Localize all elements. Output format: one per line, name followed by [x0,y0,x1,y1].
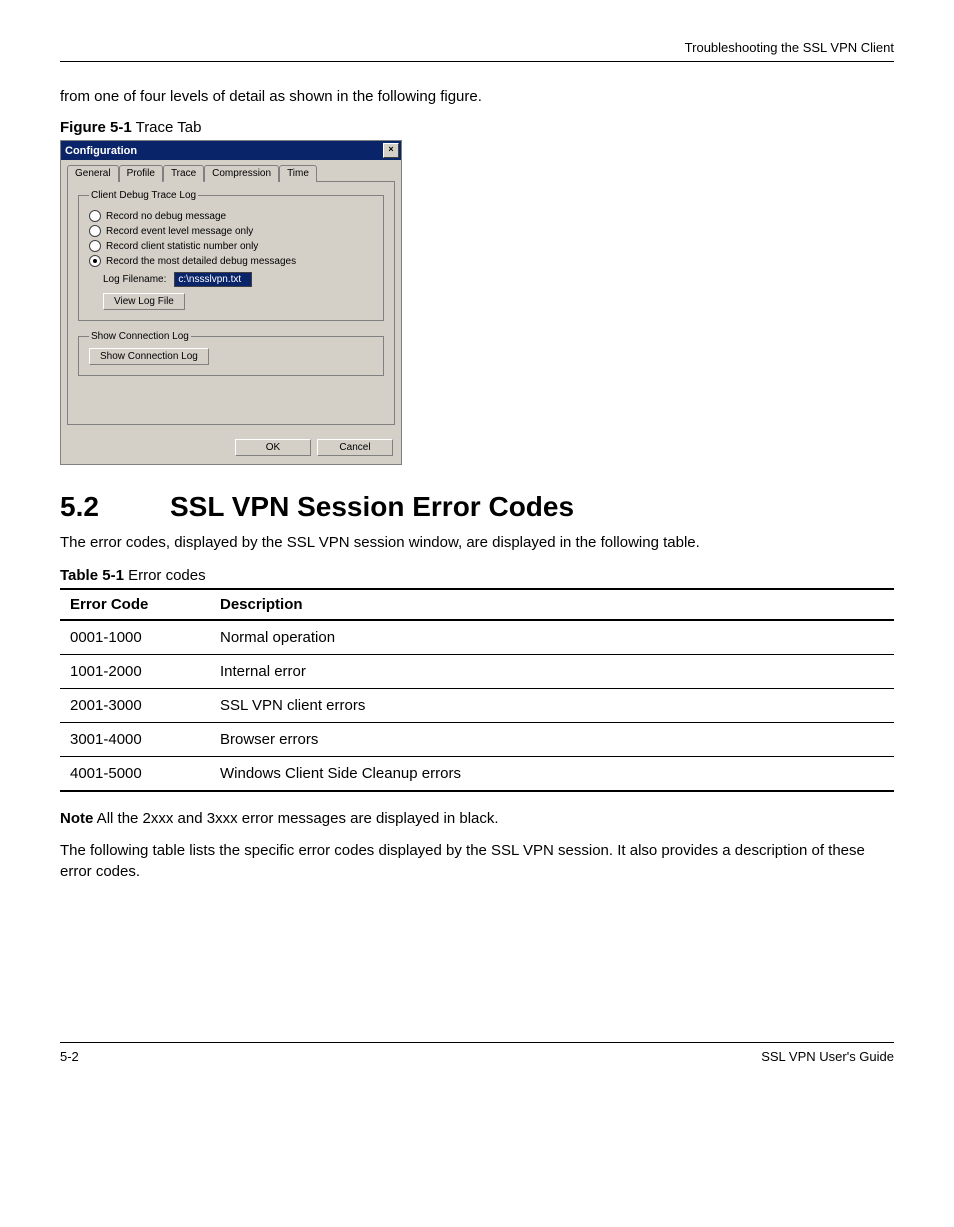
page-footer: 5-2 SSL VPN User's Guide [60,1042,894,1064]
cell-desc: Windows Client Side Cleanup errors [210,757,894,792]
cell-code: 2001-3000 [60,689,210,723]
tab-panel-trace: Client Debug Trace Log Record no debug m… [67,181,395,425]
note-paragraph: Note All the 2xxx and 3xxx error message… [60,810,894,827]
table-row: 0001-1000 Normal operation [60,620,894,655]
show-connection-log-group: Show Connection Log Show Connection Log [78,331,384,376]
show-connection-log-button[interactable]: Show Connection Log [89,348,209,365]
tab-compression[interactable]: Compression [204,165,279,182]
error-codes-table: Error Code Description 0001-1000 Normal … [60,588,894,792]
cell-code: 1001-2000 [60,655,210,689]
radio-icon [89,255,101,267]
table-caption-bold: Table 5-1 [60,567,124,584]
cell-desc: Browser errors [210,723,894,757]
table-row: 2001-3000 SSL VPN client errors [60,689,894,723]
radio-icon [89,240,101,252]
footer-doc-title: SSL VPN User's Guide [761,1049,894,1064]
col-header-desc: Description [210,589,894,620]
dialog-title: Configuration [65,145,137,157]
table-caption: Table 5-1 Error codes [60,567,894,584]
close-icon[interactable]: × [383,143,399,158]
figure-caption: Figure 5-1 Trace Tab [60,119,894,136]
radio-label: Record no debug message [106,211,226,222]
log-filename-label: Log Filename: [103,274,166,285]
table-row: 1001-2000 Internal error [60,655,894,689]
log-filename-row: Log Filename: c:\nssslvpn.txt [103,272,373,287]
client-debug-trace-log-group: Client Debug Trace Log Record no debug m… [78,190,384,321]
section-heading: 5.2SSL VPN Session Error Codes [60,491,894,523]
radio-icon [89,210,101,222]
section-paragraph-2: The following table lists the specific e… [60,841,894,882]
radio-stats-only[interactable]: Record client statistic number only [89,240,373,252]
tab-trace[interactable]: Trace [163,165,204,182]
figure-label-bold: Figure 5-1 [60,119,132,136]
footer-page-number: 5-2 [60,1049,79,1064]
configuration-dialog: Configuration × General Profile Trace Co… [60,140,402,465]
ok-button[interactable]: OK [235,439,311,456]
radio-label: Record client statistic number only [106,241,258,252]
dialog-titlebar: Configuration × [61,141,401,160]
cell-code: 4001-5000 [60,757,210,792]
running-head: Troubleshooting the SSL VPN Client [685,40,894,55]
group-legend-debug: Client Debug Trace Log [89,190,198,201]
section-number: 5.2 [60,491,170,523]
section-title: SSL VPN Session Error Codes [170,491,574,522]
cancel-button[interactable]: Cancel [317,439,393,456]
dialog-button-row: OK Cancel [61,433,401,464]
radio-label: Record event level message only [106,226,253,237]
table-row: 4001-5000 Windows Client Side Cleanup er… [60,757,894,792]
tab-time[interactable]: Time [279,165,317,182]
note-label: Note [60,810,93,827]
tab-profile[interactable]: Profile [119,165,163,182]
cell-code: 3001-4000 [60,723,210,757]
radio-label: Record the most detailed debug messages [106,256,296,267]
radio-most-detailed[interactable]: Record the most detailed debug messages [89,255,373,267]
radio-event-only[interactable]: Record event level message only [89,225,373,237]
radio-no-debug[interactable]: Record no debug message [89,210,373,222]
dialog-tabs: General Profile Trace Compression Time [67,165,395,182]
table-row: 3001-4000 Browser errors [60,723,894,757]
cell-desc: SSL VPN client errors [210,689,894,723]
cell-code: 0001-1000 [60,620,210,655]
view-log-file-button[interactable]: View Log File [103,293,185,310]
cell-desc: Normal operation [210,620,894,655]
col-header-code: Error Code [60,589,210,620]
table-caption-rest: Error codes [124,567,206,584]
intro-paragraph: from one of four levels of detail as sho… [60,88,894,105]
figure-label-rest: Trace Tab [132,119,202,136]
radio-icon [89,225,101,237]
cell-desc: Internal error [210,655,894,689]
note-text: All the 2xxx and 3xxx error messages are… [93,810,498,827]
section-paragraph-1: The error codes, displayed by the SSL VP… [60,533,894,553]
tab-general[interactable]: General [67,165,119,182]
group-legend-connlog: Show Connection Log [89,331,191,342]
log-filename-input[interactable]: c:\nssslvpn.txt [174,272,252,287]
